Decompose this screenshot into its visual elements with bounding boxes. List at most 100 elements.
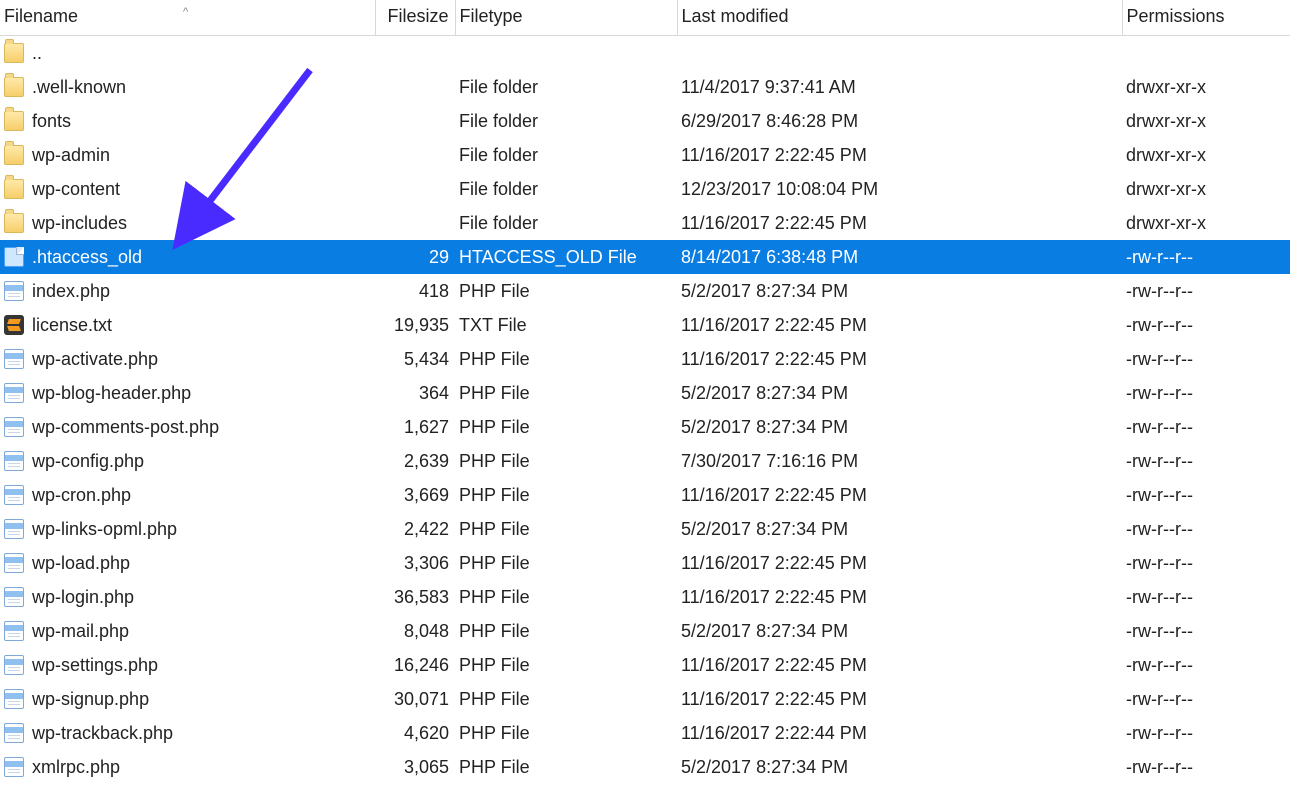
file-modified: 5/2/2017 8:27:34 PM bbox=[677, 274, 1122, 308]
folder-icon bbox=[4, 111, 24, 131]
table-row[interactable]: wp-activate.php5,434PHP File11/16/2017 2… bbox=[0, 342, 1290, 376]
file-type: File folder bbox=[455, 172, 677, 206]
file-type: PHP File bbox=[455, 546, 677, 580]
file-modified: 11/16/2017 2:22:44 PM bbox=[677, 716, 1122, 750]
file-size: 29 bbox=[375, 240, 455, 274]
file-size: 418 bbox=[375, 274, 455, 308]
file-size bbox=[375, 104, 455, 138]
file-type: PHP File bbox=[455, 648, 677, 682]
file-permissions: -rw-r--r-- bbox=[1122, 342, 1290, 376]
table-row[interactable]: wp-login.php36,583PHP File11/16/2017 2:2… bbox=[0, 580, 1290, 614]
file-modified bbox=[677, 36, 1122, 71]
file-name: wp-trackback.php bbox=[32, 723, 173, 744]
file-modified: 11/16/2017 2:22:45 PM bbox=[677, 308, 1122, 342]
table-row[interactable]: wp-mail.php8,048PHP File5/2/2017 8:27:34… bbox=[0, 614, 1290, 648]
file-permissions: drwxr-xr-x bbox=[1122, 172, 1290, 206]
php-file-icon bbox=[4, 757, 24, 777]
php-file-icon bbox=[4, 553, 24, 573]
file-permissions: -rw-r--r-- bbox=[1122, 308, 1290, 342]
file-type: File folder bbox=[455, 206, 677, 240]
column-header-filename[interactable]: Filename ^ bbox=[0, 0, 375, 36]
table-row[interactable]: wp-settings.php16,246PHP File11/16/2017 … bbox=[0, 648, 1290, 682]
file-type: TXT File bbox=[455, 308, 677, 342]
file-permissions: -rw-r--r-- bbox=[1122, 376, 1290, 410]
php-file-icon bbox=[4, 621, 24, 641]
file-permissions: -rw-r--r-- bbox=[1122, 512, 1290, 546]
file-list-table[interactable]: Filename ^ Filesize Filetype Last modifi… bbox=[0, 0, 1290, 784]
column-label: Filesize bbox=[387, 6, 448, 26]
file-permissions: -rw-r--r-- bbox=[1122, 648, 1290, 682]
column-label: Filetype bbox=[460, 6, 523, 26]
folder-icon bbox=[4, 43, 24, 63]
file-size: 5,434 bbox=[375, 342, 455, 376]
php-file-icon bbox=[4, 723, 24, 743]
column-label: Permissions bbox=[1127, 6, 1225, 26]
table-row[interactable]: wp-load.php3,306PHP File11/16/2017 2:22:… bbox=[0, 546, 1290, 580]
file-size: 16,246 bbox=[375, 648, 455, 682]
file-permissions: -rw-r--r-- bbox=[1122, 240, 1290, 274]
file-name: wp-mail.php bbox=[32, 621, 129, 642]
file-permissions: drwxr-xr-x bbox=[1122, 104, 1290, 138]
file-name: wp-content bbox=[32, 179, 120, 200]
file-name: wp-config.php bbox=[32, 451, 144, 472]
folder-icon bbox=[4, 179, 24, 199]
file-permissions: drwxr-xr-x bbox=[1122, 70, 1290, 104]
table-row[interactable]: license.txt19,935TXT File11/16/2017 2:22… bbox=[0, 308, 1290, 342]
file-size: 2,422 bbox=[375, 512, 455, 546]
file-size: 30,071 bbox=[375, 682, 455, 716]
table-row[interactable]: wp-cron.php3,669PHP File11/16/2017 2:22:… bbox=[0, 478, 1290, 512]
table-row[interactable]: wp-signup.php30,071PHP File11/16/2017 2:… bbox=[0, 682, 1290, 716]
table-row[interactable]: .well-knownFile folder11/4/2017 9:37:41 … bbox=[0, 70, 1290, 104]
file-name: wp-activate.php bbox=[32, 349, 158, 370]
file-modified: 5/2/2017 8:27:34 PM bbox=[677, 614, 1122, 648]
file-type: PHP File bbox=[455, 750, 677, 784]
file-size: 2,639 bbox=[375, 444, 455, 478]
file-size: 1,627 bbox=[375, 410, 455, 444]
file-size: 364 bbox=[375, 376, 455, 410]
table-row[interactable]: wp-links-opml.php2,422PHP File5/2/2017 8… bbox=[0, 512, 1290, 546]
file-type: File folder bbox=[455, 104, 677, 138]
file-name: wp-load.php bbox=[32, 553, 130, 574]
file-name: .. bbox=[32, 43, 42, 64]
file-permissions: -rw-r--r-- bbox=[1122, 410, 1290, 444]
sort-indicator-icon: ^ bbox=[183, 6, 188, 18]
folder-icon bbox=[4, 145, 24, 165]
table-row[interactable]: .. bbox=[0, 36, 1290, 71]
table-row[interactable]: .htaccess_old29HTACCESS_OLD File8/14/201… bbox=[0, 240, 1290, 274]
column-header-last-modified[interactable]: Last modified bbox=[677, 0, 1122, 36]
table-row[interactable]: wp-contentFile folder12/23/2017 10:08:04… bbox=[0, 172, 1290, 206]
file-permissions: drwxr-xr-x bbox=[1122, 206, 1290, 240]
table-row[interactable]: xmlrpc.php3,065PHP File5/2/2017 8:27:34 … bbox=[0, 750, 1290, 784]
table-row[interactable]: wp-comments-post.php1,627PHP File5/2/201… bbox=[0, 410, 1290, 444]
file-size bbox=[375, 172, 455, 206]
php-file-icon bbox=[4, 519, 24, 539]
column-header-filesize[interactable]: Filesize bbox=[375, 0, 455, 36]
text-file-icon bbox=[4, 315, 24, 335]
table-row[interactable]: wp-trackback.php4,620PHP File11/16/2017 … bbox=[0, 716, 1290, 750]
table-row[interactable]: wp-includesFile folder11/16/2017 2:22:45… bbox=[0, 206, 1290, 240]
file-modified: 5/2/2017 8:27:34 PM bbox=[677, 410, 1122, 444]
column-header-filetype[interactable]: Filetype bbox=[455, 0, 677, 36]
file-permissions: -rw-r--r-- bbox=[1122, 478, 1290, 512]
file-modified: 11/16/2017 2:22:45 PM bbox=[677, 546, 1122, 580]
table-row[interactable]: wp-blog-header.php364PHP File5/2/2017 8:… bbox=[0, 376, 1290, 410]
file-permissions: -rw-r--r-- bbox=[1122, 682, 1290, 716]
table-row[interactable]: wp-adminFile folder11/16/2017 2:22:45 PM… bbox=[0, 138, 1290, 172]
file-type: PHP File bbox=[455, 444, 677, 478]
file-size bbox=[375, 70, 455, 104]
file-size: 4,620 bbox=[375, 716, 455, 750]
file-modified: 11/16/2017 2:22:45 PM bbox=[677, 342, 1122, 376]
file-size bbox=[375, 138, 455, 172]
table-row[interactable]: fontsFile folder6/29/2017 8:46:28 PMdrwx… bbox=[0, 104, 1290, 138]
column-header-permissions[interactable]: Permissions bbox=[1122, 0, 1290, 36]
file-type: File folder bbox=[455, 70, 677, 104]
table-row[interactable]: index.php418PHP File5/2/2017 8:27:34 PM-… bbox=[0, 274, 1290, 308]
file-modified: 11/16/2017 2:22:45 PM bbox=[677, 682, 1122, 716]
file-permissions: -rw-r--r-- bbox=[1122, 444, 1290, 478]
table-row[interactable]: wp-config.php2,639PHP File7/30/2017 7:16… bbox=[0, 444, 1290, 478]
file-modified: 5/2/2017 8:27:34 PM bbox=[677, 376, 1122, 410]
file-name: wp-includes bbox=[32, 213, 127, 234]
file-modified: 8/14/2017 6:38:48 PM bbox=[677, 240, 1122, 274]
file-type: PHP File bbox=[455, 410, 677, 444]
file-type: PHP File bbox=[455, 682, 677, 716]
